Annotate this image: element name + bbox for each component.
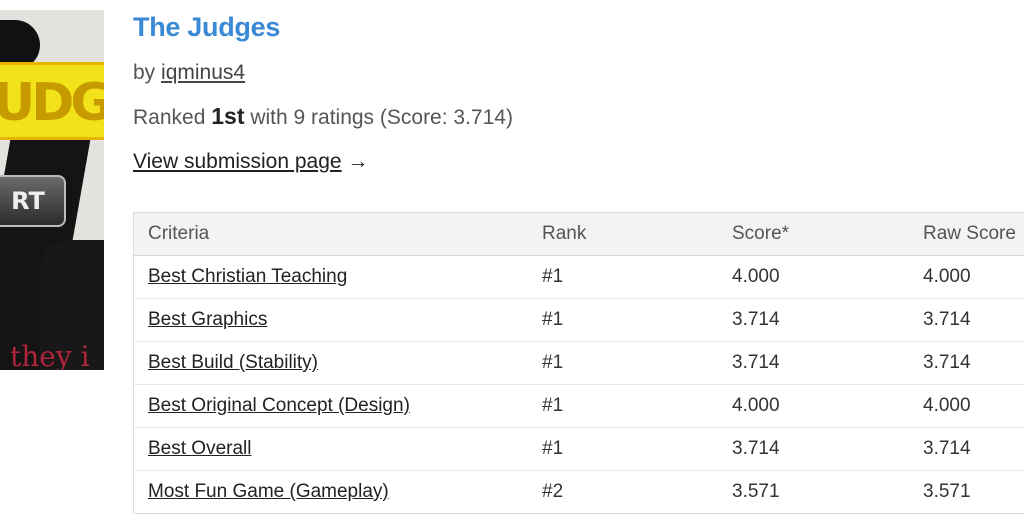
score-cell: 4.000 — [718, 256, 909, 299]
table-row: Best Overall #1 3.714 3.714 — [134, 428, 1024, 471]
view-submission-link[interactable]: View submission page — [133, 150, 342, 173]
view-submission: View submission page → — [133, 150, 513, 174]
table-header-row: Criteria Rank Score* Raw Score — [134, 213, 1024, 256]
rank-cell: #1 — [528, 256, 718, 299]
rank-cell: #1 — [528, 385, 718, 428]
cover-badge: RT — [0, 175, 66, 227]
game-cover-image[interactable]: UDGE RT they i — [0, 10, 104, 370]
table-row: Most Fun Game (Gameplay) #2 3.571 3.571 — [134, 471, 1024, 514]
raw-score-cell: 3.714 — [909, 299, 1024, 342]
cover-logo: UDGE — [0, 62, 104, 140]
criteria-link[interactable]: Best Original Concept (Design) — [148, 395, 410, 416]
criteria-link[interactable]: Best Overall — [148, 438, 251, 459]
criteria-link[interactable]: Best Christian Teaching — [148, 266, 347, 287]
ranked-prefix: Ranked — [133, 106, 205, 129]
table-row: Best Christian Teaching #1 4.000 4.000 — [134, 256, 1024, 299]
raw-score-cell: 3.714 — [909, 342, 1024, 385]
cover-tagline: they i — [10, 340, 90, 370]
game-title: The Judges — [133, 12, 513, 43]
table-row: Best Original Concept (Design) #1 4.000 … — [134, 385, 1024, 428]
score-cell: 3.571 — [718, 471, 909, 514]
criteria-table: Criteria Rank Score* Raw Score Best Chri… — [133, 212, 1024, 514]
ranked-suffix: with 9 ratings (Score: 3.714) — [250, 106, 513, 129]
header-criteria: Criteria — [134, 213, 529, 256]
criteria-link[interactable]: Most Fun Game (Gameplay) — [148, 481, 389, 502]
table-row: Best Graphics #1 3.714 3.714 — [134, 299, 1024, 342]
byline: by iqminus4 — [133, 61, 513, 85]
score-cell: 4.000 — [718, 385, 909, 428]
criteria-link[interactable]: Best Graphics — [148, 309, 267, 330]
cover-logo-text: UDGE — [0, 73, 104, 133]
raw-score-cell: 4.000 — [909, 385, 1024, 428]
game-info: The Judges by iqminus4 Ranked 1st with 9… — [133, 10, 513, 174]
header-score: Score* — [718, 213, 909, 256]
criteria-link[interactable]: Best Build (Stability) — [148, 352, 318, 373]
rank-value: 1st — [211, 103, 244, 129]
arrow-right-icon: → — [347, 150, 368, 173]
by-prefix: by — [133, 61, 155, 84]
rank-cell: #2 — [528, 471, 718, 514]
ranking-summary: Ranked 1st with 9 ratings (Score: 3.714) — [133, 103, 513, 130]
rank-cell: #1 — [528, 342, 718, 385]
score-cell: 3.714 — [718, 299, 909, 342]
score-cell: 3.714 — [718, 342, 909, 385]
rank-cell: #1 — [528, 299, 718, 342]
raw-score-cell: 4.000 — [909, 256, 1024, 299]
rank-cell: #1 — [528, 428, 718, 471]
raw-score-cell: 3.714 — [909, 428, 1024, 471]
header-raw-score: Raw Score — [909, 213, 1024, 256]
score-cell: 3.714 — [718, 428, 909, 471]
table-row: Best Build (Stability) #1 3.714 3.714 — [134, 342, 1024, 385]
author-link[interactable]: iqminus4 — [161, 61, 245, 84]
header-rank: Rank — [528, 213, 718, 256]
raw-score-cell: 3.571 — [909, 471, 1024, 514]
